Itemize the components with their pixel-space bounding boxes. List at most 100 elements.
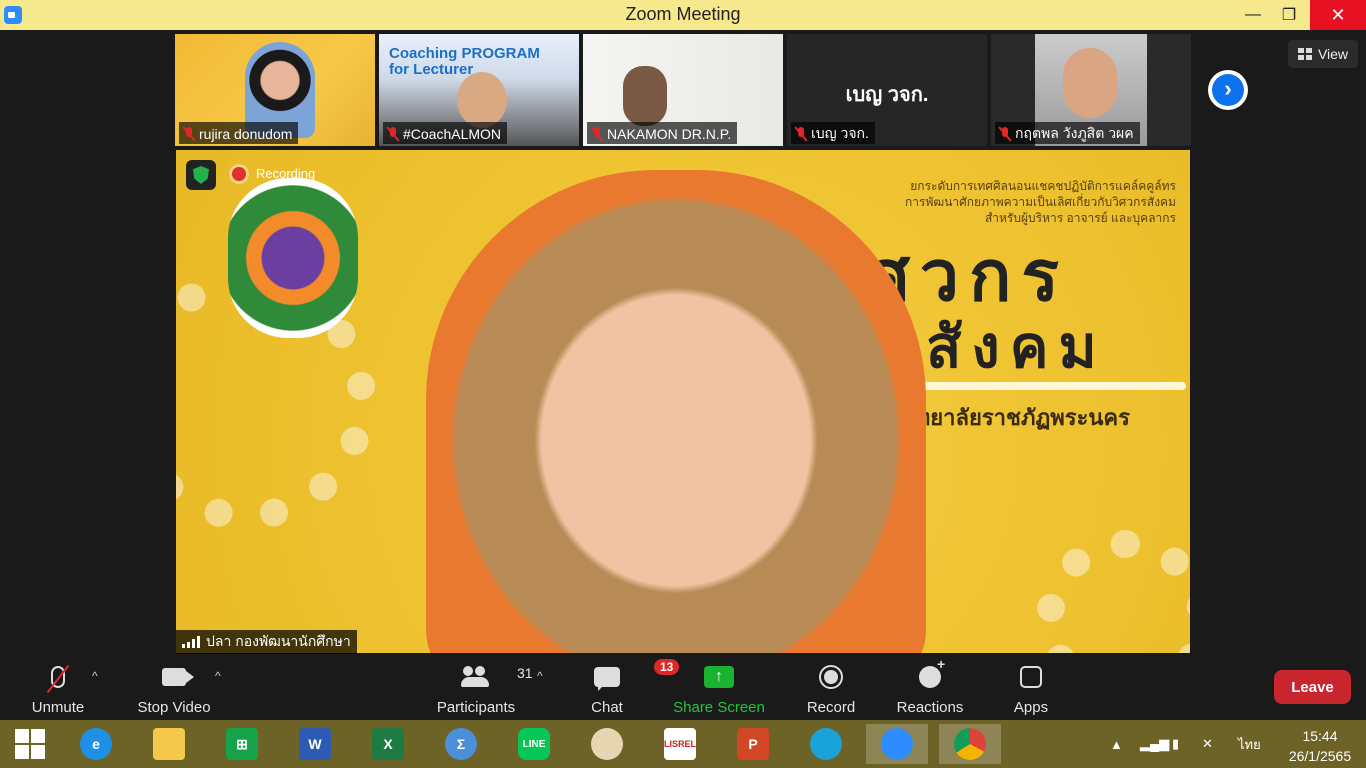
- record-button[interactable]: Record: [781, 663, 881, 716]
- battery-icon[interactable]: ▮: [1172, 720, 1179, 768]
- slide-heading-line: ยกระดับการเทศศิลนอนแชคชปฏิบัติการแคล์คคู…: [910, 179, 1176, 193]
- slide-title-line2: สังคม: [926, 315, 1107, 380]
- taskbar-paint[interactable]: [587, 724, 627, 764]
- speaker-person: [426, 170, 926, 653]
- reactions-button[interactable]: Reactions: [880, 656, 980, 716]
- record-icon: [819, 665, 843, 689]
- paint-palette-icon: [591, 728, 623, 760]
- participant-name: rujira donudom: [199, 126, 293, 142]
- taskbar-math-input[interactable]: Σ: [441, 724, 481, 764]
- taskbar-powerpoint[interactable]: P: [733, 724, 773, 764]
- mic-muted-icon: [387, 127, 399, 141]
- taskbar-excel[interactable]: X: [368, 724, 408, 764]
- recording-label: Recording: [256, 166, 316, 181]
- university-seal: [228, 178, 358, 338]
- apps-button[interactable]: Apps: [981, 663, 1081, 716]
- participants-icon: [461, 666, 491, 688]
- language-indicator[interactable]: ไทย: [1238, 720, 1261, 768]
- participant-name: เบญ วจก.: [811, 125, 869, 141]
- mic-muted-icon: [999, 127, 1011, 141]
- meeting-toolbar: Unmute ^ Stop Video ^ 31 Participants ^ …: [0, 655, 1366, 719]
- mic-muted-icon: [795, 127, 807, 141]
- start-button[interactable]: [10, 724, 50, 764]
- participants-options-caret[interactable]: ^: [537, 669, 543, 683]
- stop-video-button[interactable]: Stop Video: [124, 663, 224, 716]
- reactions-icon: [919, 656, 945, 688]
- powerpoint-icon: P: [737, 728, 769, 760]
- math-input-icon: Σ: [445, 728, 477, 760]
- audio-options-caret[interactable]: ^: [92, 669, 98, 683]
- chrome-icon: [954, 728, 986, 760]
- participant-thumbnail[interactable]: NAKAMON DR.N.P.: [583, 34, 783, 146]
- participant-name-tag: #CoachALMON: [383, 122, 508, 144]
- taskbar-lisrel[interactable]: LISREL: [660, 724, 700, 764]
- participant-name-tag: rujira donudom: [179, 122, 299, 144]
- edge-icon: [810, 728, 842, 760]
- video-banner-text: Coaching PROGRAM for Lecturer: [389, 45, 540, 78]
- close-button[interactable]: ✕: [1310, 0, 1366, 30]
- apps-label: Apps: [1013, 699, 1049, 716]
- next-page-button[interactable]: ›: [1208, 70, 1248, 110]
- video-options-caret[interactable]: ^: [215, 669, 221, 683]
- tray-overflow-button[interactable]: ▲: [1110, 720, 1123, 768]
- view-button[interactable]: View: [1288, 40, 1358, 68]
- speaker-name-tag: ปลา กองพัฒนานักศึกษา: [176, 630, 357, 654]
- system-clock[interactable]: 15:44 26/1/2565: [1280, 726, 1360, 766]
- participants-count: 31: [517, 665, 533, 681]
- share-screen-button[interactable]: ↑ Share Screen: [669, 663, 769, 716]
- windows-taskbar: e ⊞ W X Σ LINE LISREL P ▲ ▂▄▆ ▮ ✕ ไทย 15…: [0, 720, 1366, 768]
- recording-indicator[interactable]: Recording: [232, 166, 315, 181]
- chat-button[interactable]: 13 Chat: [557, 659, 680, 716]
- stop-video-label: Stop Video: [137, 699, 211, 716]
- taskbar-chrome[interactable]: [939, 724, 1001, 764]
- volume-muted-icon[interactable]: ✕: [1202, 720, 1213, 768]
- participant-thumbnail[interactable]: rujira donudom: [175, 34, 375, 146]
- store-icon: ⊞: [226, 728, 258, 760]
- zoom-icon: [881, 728, 913, 760]
- taskbar-word[interactable]: W: [295, 724, 335, 764]
- record-label: Record: [806, 699, 856, 716]
- unmute-label: Unmute: [31, 699, 85, 716]
- participant-name-tag: เบญ วจก.: [791, 122, 875, 144]
- line-icon: LINE: [518, 728, 550, 760]
- participants-button[interactable]: 31 Participants: [426, 663, 533, 716]
- taskbar-edge[interactable]: [806, 724, 846, 764]
- participant-name: กฤตพล วังภูสิต วผค: [1015, 125, 1134, 141]
- window-title: Zoom Meeting: [625, 4, 741, 24]
- participant-video: [457, 72, 507, 128]
- clock-time: 15:44: [1302, 728, 1338, 744]
- participant-display-name: เบญ วจก.: [845, 84, 929, 106]
- participant-name: NAKAMON DR.N.P.: [607, 126, 732, 142]
- taskbar-store[interactable]: ⊞: [222, 724, 262, 764]
- network-icon[interactable]: ▂▄▆: [1140, 720, 1169, 768]
- participant-name-tag: NAKAMON DR.N.P.: [587, 122, 738, 144]
- participant-name-tag: กฤตพล วังภูสิต วผค: [995, 122, 1140, 144]
- lisrel-icon: LISREL: [664, 728, 696, 760]
- reactions-label: Reactions: [896, 699, 964, 716]
- clock-date: 26/1/2565: [1288, 748, 1352, 764]
- grid-view-icon: [1297, 48, 1312, 60]
- slide-heading-line: การพัฒนาศักยภาพความเป็นเลิศเกี่ยวกับวิศว…: [905, 195, 1176, 209]
- participant-thumbnail[interactable]: กฤตพล วังภูสิต วผค: [991, 34, 1191, 146]
- participant-video: [623, 66, 667, 126]
- maximize-button[interactable]: ❐: [1266, 0, 1312, 30]
- apps-icon: [1020, 666, 1042, 688]
- chevron-right-icon: ›: [1212, 74, 1244, 106]
- active-speaker-video[interactable]: ยกระดับการเทศศิลนอนแชคชปฏิบัติการแคล์คคู…: [176, 150, 1190, 653]
- microphone-muted-icon: [51, 666, 65, 688]
- taskbar-zoom[interactable]: [866, 724, 928, 764]
- view-label: View: [1317, 46, 1349, 62]
- taskbar-file-explorer[interactable]: [149, 724, 189, 764]
- folder-icon: [153, 728, 185, 760]
- word-icon: W: [299, 728, 331, 760]
- security-shield-icon[interactable]: [186, 160, 216, 190]
- participant-thumbnail[interactable]: เบญ วจก. เบญ วจก.: [787, 34, 987, 146]
- leave-button[interactable]: Leave: [1274, 670, 1351, 704]
- participant-thumbnail[interactable]: Coaching PROGRAM for Lecturer #CoachALMO…: [379, 34, 579, 146]
- taskbar-line[interactable]: LINE: [514, 724, 554, 764]
- signal-strength-icon: [182, 636, 200, 648]
- taskbar-internet-explorer[interactable]: e: [76, 724, 116, 764]
- participants-label: Participants: [436, 699, 516, 716]
- participant-name: #CoachALMON: [403, 126, 502, 142]
- share-screen-label: Share Screen: [673, 699, 765, 716]
